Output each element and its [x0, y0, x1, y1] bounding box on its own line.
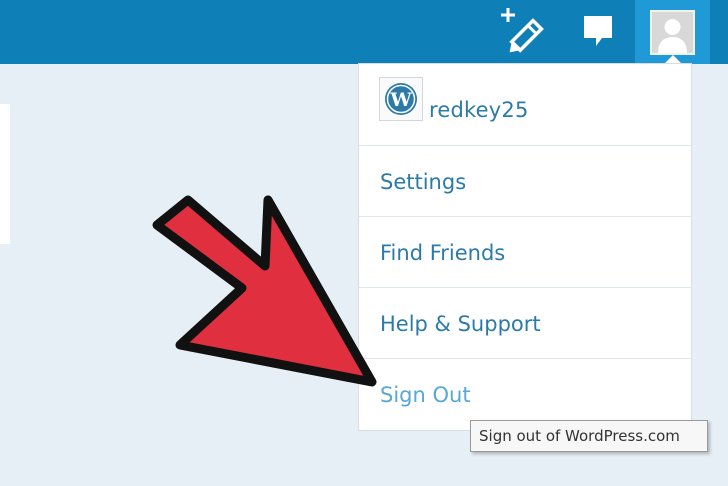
wordpress-logo-icon: W [379, 77, 423, 121]
svg-text:W: W [389, 89, 412, 111]
user-avatar-icon [650, 9, 695, 55]
account-dropdown-menu: W redkey25 Settings Find Friends Help & … [358, 63, 692, 431]
content-panel-edge [0, 104, 10, 244]
menu-item-settings[interactable]: Settings [359, 146, 691, 217]
menu-user-header[interactable]: W redkey25 [359, 64, 691, 146]
menu-item-find-friends[interactable]: Find Friends [359, 217, 691, 288]
top-bar [0, 0, 728, 64]
write-post-icon[interactable] [498, 4, 550, 56]
sign-out-tooltip: Sign out of WordPress.com [470, 420, 708, 452]
menu-item-help-support[interactable]: Help & Support [359, 288, 691, 359]
username-label[interactable]: redkey25 [429, 98, 529, 122]
notifications-icon[interactable] [574, 6, 622, 54]
